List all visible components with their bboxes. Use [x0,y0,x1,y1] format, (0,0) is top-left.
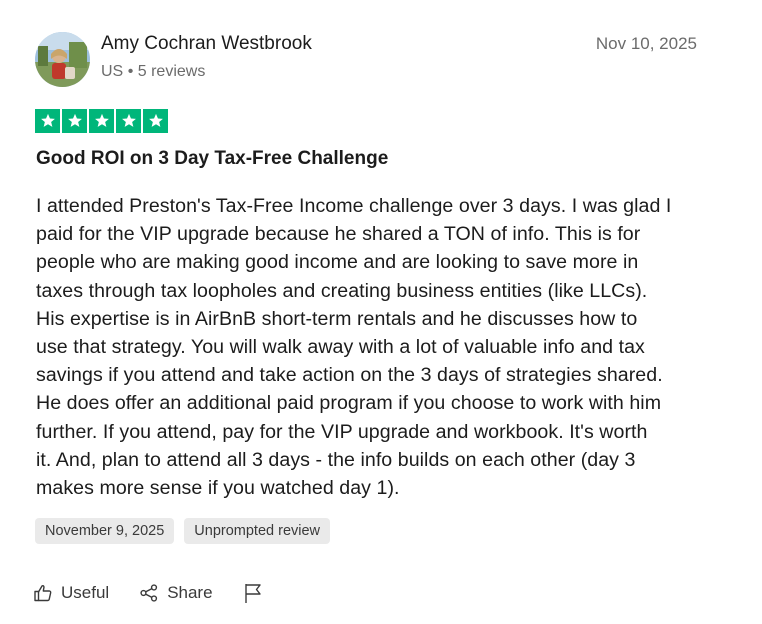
reviewer-review-count[interactable]: 5 reviews [138,63,206,80]
star-icon [116,109,141,133]
review-body-line: use that strategy. You will walk away wi… [36,336,645,359]
review-type-badge[interactable]: Unprompted review [184,518,331,544]
review-actions: Useful Share [33,582,293,604]
report-button[interactable] [243,582,263,604]
review-body-line: makes more sense if you watched day 1). [36,477,400,500]
meta-separator: • [127,63,134,80]
review-body-line: people who are making good income and ar… [36,251,639,274]
review-body-line: He does offer an additional paid program… [36,392,662,415]
review-body-line: savings if you attend and take action on… [36,364,663,387]
star-icon [62,109,87,133]
flag-icon [243,582,263,604]
useful-label: Useful [61,583,110,602]
review-body-line: further. If you attend, pay for the VIP … [36,420,648,443]
review-body-line: taxes through tax loopholes and creating… [36,279,648,302]
review-date: Nov 10, 2025 [595,34,697,53]
experience-date-badge: November 9, 2025 [35,518,175,544]
thumbs-up-icon [33,583,53,603]
star-rating [35,109,168,133]
star-icon [143,109,168,133]
review-body: I attended Preston's Tax-Free Income cha… [36,192,706,502]
reviewer-country: US [101,63,124,80]
review-title[interactable]: Good ROI on 3 Day Tax-Free Challenge [36,148,388,170]
review-card: Amy Cochran Westbrook US • 5 reviews Nov… [0,0,762,624]
useful-button[interactable]: Useful [33,583,109,603]
review-tags: November 9, 2025 Unprompted review [35,518,331,544]
share-label: Share [167,583,213,602]
star-icon [35,109,60,133]
review-body-line: it. And, plan to attend all 3 days - the… [36,448,636,471]
reviewer-name[interactable]: Amy Cochran Westbrook [101,33,312,55]
share-icon [139,583,159,603]
review-body-line: paid for the VIP upgrade because he shar… [36,223,641,246]
avatar[interactable] [35,32,90,87]
reviewer-meta: US • 5 reviews [101,63,205,81]
review-body-line: I attended Preston's Tax-Free Income cha… [36,195,672,217]
share-button[interactable]: Share [139,583,213,603]
review-body-line: His expertise is in AirBnB short-term re… [36,307,638,330]
star-icon [89,109,114,133]
